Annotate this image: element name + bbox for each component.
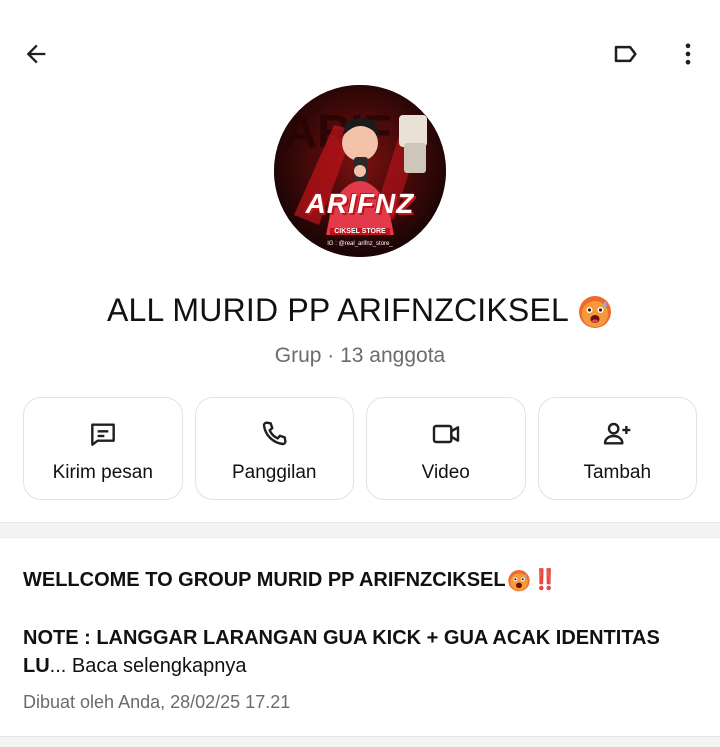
- bottom-divider: [0, 736, 720, 747]
- description-line-1: WELLCOME TO GROUP MURID PP ARIFNZCIKSEL …: [23, 566, 703, 594]
- video-icon: [430, 418, 462, 450]
- back-button[interactable]: [16, 34, 56, 74]
- description-line-3: LU... Baca selengkapnya: [23, 652, 703, 680]
- group-subtitle: Grup · 13 anggota: [274, 344, 446, 367]
- hot-face-emoji: [507, 570, 530, 592]
- voice-call-button[interactable]: Panggilan: [194, 397, 354, 500]
- label-button[interactable]: [606, 34, 646, 74]
- double-exclamation-emoji: ‼️: [532, 569, 558, 591]
- read-more-link[interactable]: Baca selengkapnya: [66, 655, 247, 677]
- add-member-button[interactable]: Tambah: [537, 397, 697, 500]
- group-title-row: ALL MURID PP ARIFNZCIKSEL: [0, 292, 720, 329]
- group-description[interactable]: WELLCOME TO GROUP MURID PP ARIFNZCIKSEL …: [23, 566, 703, 680]
- label-tag-icon: [614, 45, 637, 63]
- avatar-store-text: CIKSEL STORE: [330, 228, 390, 235]
- arrow-left-icon: [26, 44, 46, 64]
- add-member-label: Tambah: [583, 462, 652, 483]
- hot-face-emoji: [579, 295, 611, 328]
- more-vertical-icon: [685, 43, 691, 65]
- description-line-2: NOTE : LANGGAR LARANGAN GUA KICK + GUA A…: [23, 627, 660, 649]
- add-person-icon: [601, 418, 633, 450]
- more-options-button[interactable]: [668, 34, 708, 74]
- description-welcome-text: WELLCOME TO GROUP MURID PP ARIFNZCIKSEL: [23, 569, 506, 591]
- group-name: ALL MURID PP ARIFNZCIKSEL: [106, 292, 569, 328]
- send-message-label: Kirim pesan: [52, 462, 153, 483]
- video-call-button[interactable]: Video: [366, 397, 526, 500]
- avatar-logo-text: ARIFNZ: [305, 188, 415, 219]
- phone-icon: [258, 418, 290, 450]
- video-call-label: Video: [421, 462, 470, 483]
- description-meta: Dibuat oleh Anda, 28/02/25 17.21: [23, 692, 291, 712]
- description-ellipsis: ...: [49, 655, 67, 677]
- description-line-3-text: LU: [23, 655, 50, 677]
- avatar-logo: ARIFNZ CIKSEL STORE IG : @real_arifnz_st…: [274, 188, 446, 247]
- send-message-button[interactable]: Kirim pesan: [23, 397, 183, 500]
- action-buttons: Kirim pesan Panggilan Video Tambah: [23, 397, 697, 500]
- avatar-ig-text: IG : @real_arifnz_store_: [327, 241, 393, 247]
- voice-call-label: Panggilan: [231, 462, 317, 483]
- section-divider: [0, 522, 720, 538]
- message-icon: [87, 418, 119, 450]
